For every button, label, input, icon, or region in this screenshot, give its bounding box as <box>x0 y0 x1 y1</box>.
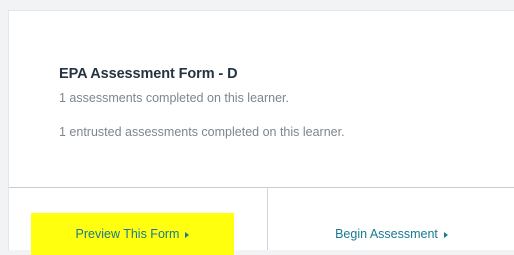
completed-assessments-count: 1 assessments completed on this learner. <box>59 91 289 105</box>
card-body: EPA Assessment Form - D 1 assessments co… <box>9 11 514 187</box>
caret-right-icon <box>185 231 190 238</box>
begin-assessment-button[interactable]: Begin Assessment <box>268 213 514 255</box>
caret-right-icon <box>443 231 448 238</box>
card-footer: Preview This Form Begin Assessment <box>9 187 514 255</box>
preview-form-label: Preview This Form <box>75 227 180 241</box>
assessment-form-card: EPA Assessment Form - D 1 assessments co… <box>8 10 514 255</box>
form-title: EPA Assessment Form - D <box>59 66 238 82</box>
preview-form-button[interactable]: Preview This Form <box>31 213 234 255</box>
entrusted-assessments-count: 1 entrusted assessments completed on thi… <box>59 125 345 139</box>
begin-assessment-label: Begin Assessment <box>335 227 438 241</box>
